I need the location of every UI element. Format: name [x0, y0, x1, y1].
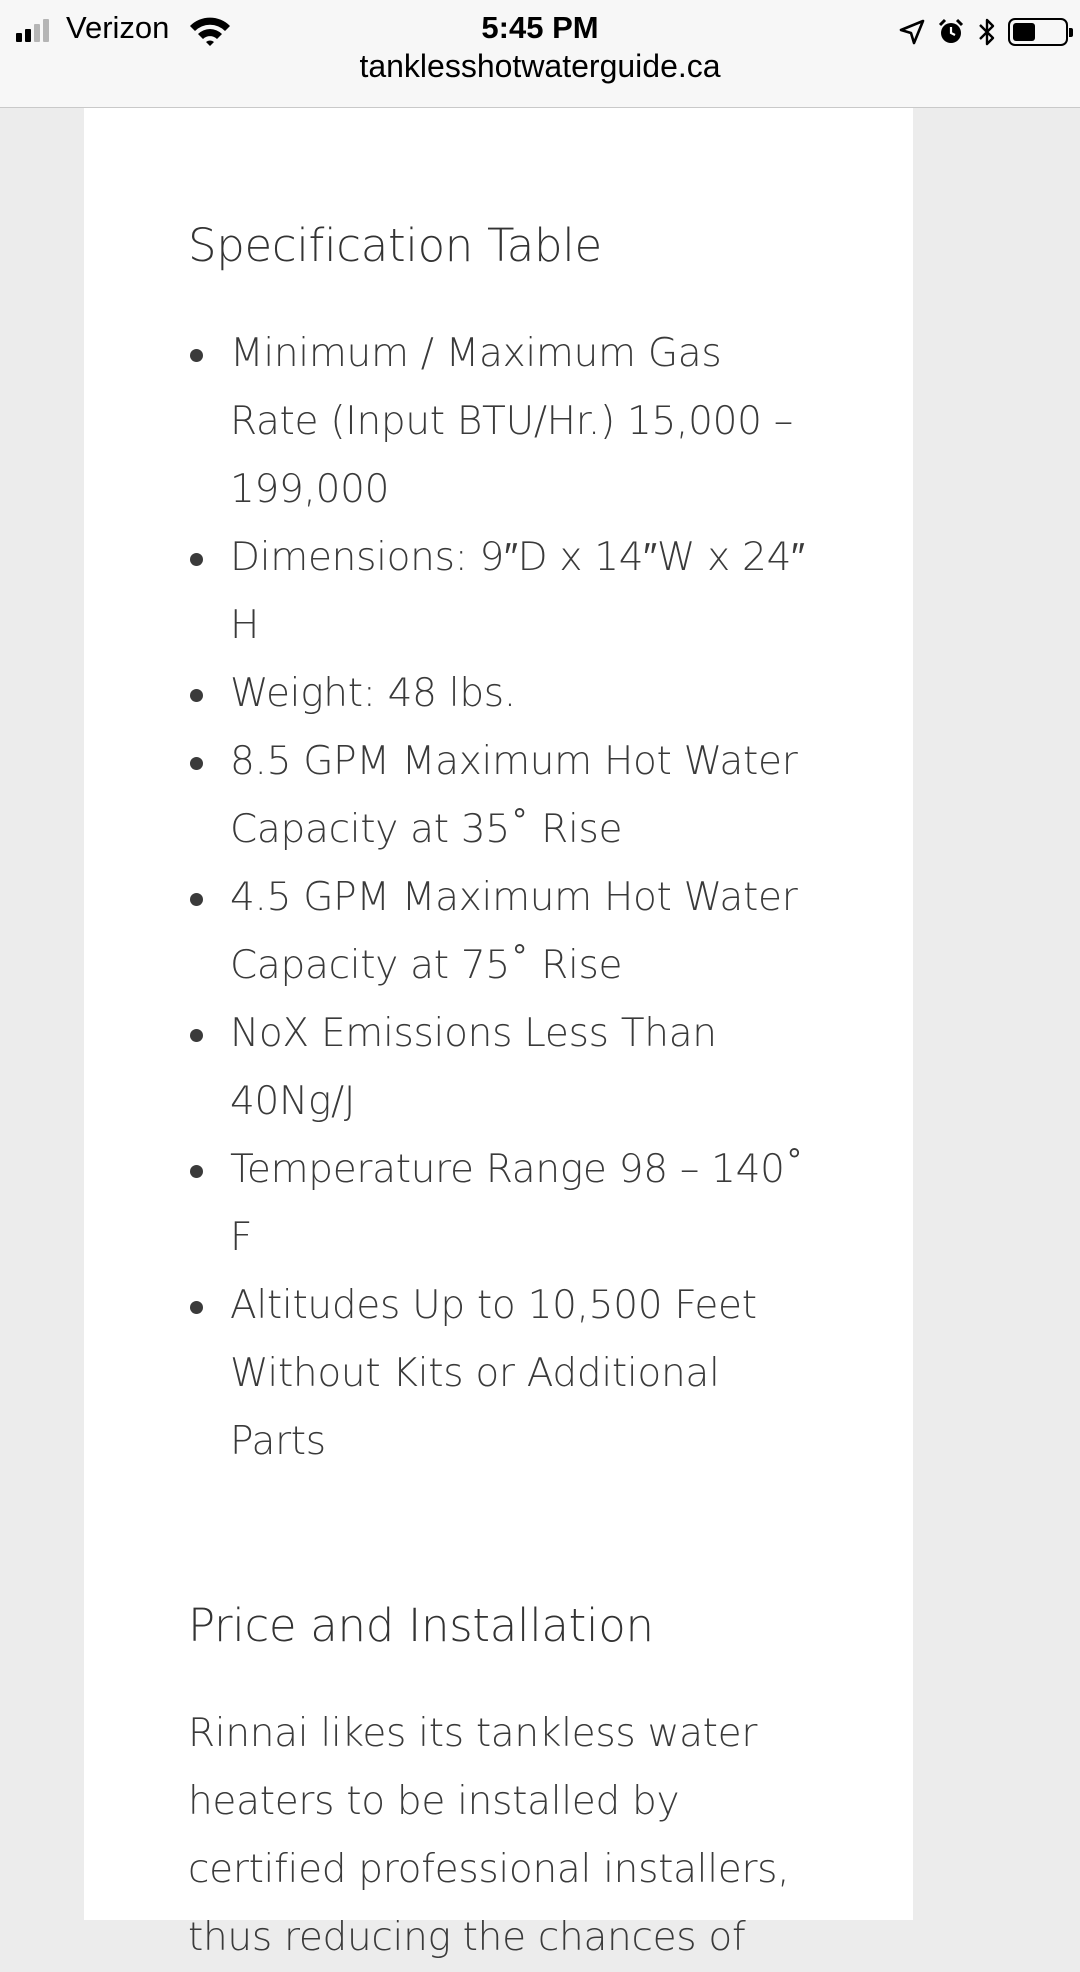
bluetooth-icon	[979, 18, 995, 46]
spec-item: Temperature Range 98 – 140˚ F	[190, 1136, 808, 1272]
article-content: Specification Table Minimum / Maximum Ga…	[188, 206, 808, 1972]
battery-icon	[1008, 18, 1073, 46]
spec-item: Altitudes Up to 10,500 Feet Without Kits…	[190, 1272, 808, 1476]
spec-item: Dimensions: 9″D x 14″W x 24″ H	[190, 524, 808, 660]
price-paragraph: Rinnai likes its tankless water heaters …	[188, 1711, 790, 1960]
location-arrow-icon	[899, 19, 925, 45]
spec-item: Weight: 48 lbs.	[190, 660, 808, 728]
spec-item: 4.5 GPM Maximum Hot Water Capacity at 75…	[190, 864, 808, 1000]
battery-fill	[1013, 23, 1036, 41]
spec-item: Minimum / Maximum Gas Rate (Input BTU/Hr…	[190, 320, 808, 524]
browser-status-bar: Verizon 5:45 PM tanklesshotwaterguide.ca	[0, 0, 1080, 108]
spec-item: 8.5 GPM Maximum Hot Water Capacity at 35…	[190, 728, 808, 864]
price-heading: Price and Installation	[188, 1599, 654, 1652]
spec-item: NoX Emissions Less Than 40Ng/J	[190, 1000, 808, 1136]
article-card: Specification Table Minimum / Maximum Ga…	[84, 108, 913, 1960]
battery-nub	[1069, 28, 1073, 37]
address-bar-url[interactable]: tanklesshotwaterguide.ca	[0, 48, 1080, 85]
spec-list: Minimum / Maximum Gas Rate (Input BTU/Hr…	[188, 320, 808, 1476]
status-row: Verizon 5:45 PM	[0, 6, 1080, 50]
status-right-icons	[898, 14, 1073, 50]
spec-heading: Specification Table	[188, 219, 602, 272]
alarm-icon	[938, 18, 964, 43]
